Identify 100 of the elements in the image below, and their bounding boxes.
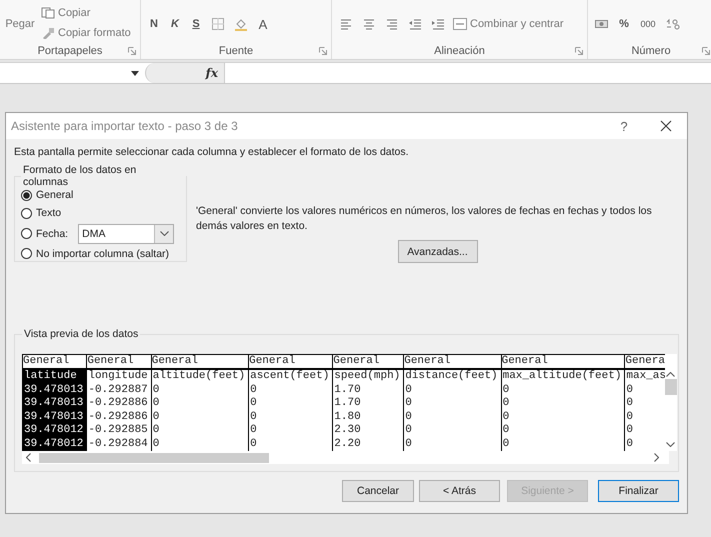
table-cell-text: max_altitude(feet)	[502, 370, 622, 384]
radio-button[interactable]	[21, 228, 32, 240]
column-data[interactable]: max_altitude(feet) 0 0 0 0 0	[502, 370, 624, 451]
window-title: Asistente para importar texto - paso 3 de 3	[11, 119, 239, 133]
table-cell-text: latitude	[23, 370, 78, 384]
radio-button[interactable]	[21, 248, 32, 260]
percent-button[interactable]: %	[615, 17, 633, 31]
table-cell-text: 39.478013	[23, 410, 84, 424]
table-cell-text: 39.478013	[23, 397, 84, 410]
table-cell-text: 2.20	[333, 438, 362, 451]
table-cell-text: 0	[404, 397, 413, 410]
merge-cells-icon	[453, 18, 467, 30]
banknote-icon	[595, 18, 609, 30]
bold-button[interactable]: N	[145, 17, 163, 31]
table-cell-text: 0	[404, 438, 413, 451]
table-cell-text: 0	[625, 397, 634, 410]
dialog-button[interactable]: < Atrás	[419, 480, 500, 502]
font-color-button[interactable]: A	[254, 16, 272, 32]
vertical-scrollbar[interactable]	[664, 354, 677, 451]
table-cell-text: 39.478012	[23, 424, 84, 438]
paste-button[interactable]: Pegar	[4, 2, 36, 38]
table-cell-text: 1.70	[333, 384, 362, 397]
underline-button[interactable]: S	[187, 17, 205, 31]
description-text: 'General' convierte los valores numéricos en números, los valores de fechas en fechas y todos los demás valores en texto.	[196, 204, 653, 234]
chevron-up-icon	[666, 372, 676, 377]
table-cell-text: 0	[404, 424, 413, 438]
chevron-down-icon	[160, 231, 169, 236]
radio-button[interactable]	[21, 208, 32, 219]
radio-label: Fecha:	[36, 228, 68, 240]
table-cell-text: 0	[404, 384, 413, 397]
table-cell-text: 0	[152, 438, 160, 451]
table-cell-text: 2.30	[333, 424, 362, 438]
decimal-icon	[666, 18, 680, 30]
column-format-header[interactable]: General	[404, 355, 501, 370]
scroll-thumb[interactable]	[39, 452, 269, 462]
table-cell-text: -0.292886	[87, 397, 149, 410]
column-format-header[interactable]: General	[333, 355, 404, 370]
table-cell-text: 0	[625, 410, 634, 424]
table-cell-text: 0	[152, 384, 160, 397]
column-format-header[interactable]: General	[502, 355, 624, 370]
align-right-icon	[386, 18, 398, 30]
column-format-header[interactable]: General	[249, 355, 332, 370]
table-cell-text: distance(feet)	[404, 370, 499, 384]
radio-option[interactable]: General	[21, 189, 74, 202]
date-format-dropdown[interactable]: DMA	[78, 224, 174, 244]
dialog-button[interactable]: Cancelar	[342, 480, 414, 502]
group-label: Fuente	[218, 44, 254, 56]
advanced-button[interactable]: Avanzadas...	[398, 240, 478, 263]
column-format-header[interactable]: General	[87, 355, 151, 370]
column-data[interactable]: ascent(feet) 0 0 0 0 0	[249, 370, 332, 451]
grid-icon	[212, 18, 224, 30]
group-label: Portapapeles	[38, 44, 102, 56]
column-data[interactable]: distance(feet) 0 0 0 0 0	[404, 370, 501, 451]
table-cell-text: 0	[625, 384, 634, 397]
copy-button[interactable]: Copiar	[39, 6, 133, 20]
table-cell-text: 0	[152, 397, 160, 410]
table-cell-text: 0	[502, 410, 510, 424]
chevron-left-icon	[26, 453, 31, 462]
italic-button[interactable]: K	[166, 17, 184, 31]
column-data[interactable]: altitude(feet) 0 0 0 0 0	[152, 370, 248, 451]
chevron-down-icon	[666, 442, 676, 447]
table-cell-text: -0.292886	[87, 410, 149, 424]
table-cell-text: 0	[249, 384, 258, 397]
radio-option[interactable]: Fecha:	[21, 228, 68, 240]
table-cell: max_as	[625, 370, 665, 384]
align-left-icon	[340, 18, 352, 30]
table-cell-text: 0	[502, 397, 510, 410]
column-data[interactable]: latitude 39.478013 39.478013 39.478013 39.478012 39.478012	[23, 370, 86, 451]
table-cell-text: 0	[502, 438, 510, 451]
table-cell-text: -0.292884	[87, 438, 149, 451]
merge-center-button[interactable]: Combinar y centrar	[451, 17, 566, 31]
outdent-icon	[409, 18, 421, 30]
table-cell-text: 0	[502, 424, 510, 438]
radio-option[interactable]: Texto	[21, 207, 62, 220]
table-cell-text: 0	[404, 410, 413, 424]
help-button[interactable]: ?	[603, 113, 645, 139]
align-center-icon	[363, 18, 375, 30]
scroll-thumb[interactable]	[664, 379, 677, 395]
radio-label: General	[36, 189, 74, 202]
chevron-right-icon	[654, 453, 659, 462]
table-cell-text: 39.478012	[23, 438, 84, 451]
thousands-button[interactable]: 000	[636, 18, 660, 30]
radio-button[interactable]	[21, 190, 32, 201]
dialog-button[interactable]: Finalizar	[598, 480, 679, 502]
table-cell-text: 39.478013	[23, 384, 84, 397]
table-cell-text: 0	[249, 424, 258, 438]
table-cell-text: altitude(feet)	[152, 370, 246, 384]
column-data[interactable]: speed(mph) 1.70 1.70 1.80 2.30 2.20	[333, 370, 404, 451]
dropdown-value: DMA	[81, 228, 106, 240]
table-cell-text: 0	[152, 410, 160, 424]
insert-function-button[interactable]: fx	[206, 66, 218, 80]
group-label: Vista previa de los datos	[23, 328, 140, 340]
table-cell-text: longitude	[87, 370, 149, 384]
column-format-header[interactable]: General	[152, 355, 248, 370]
dropdown-arrow-icon	[131, 70, 139, 76]
format-painter-button[interactable]: Copiar formato	[39, 26, 133, 40]
table-cell-text: -0.292885	[87, 424, 149, 438]
group-label: Número	[631, 44, 671, 56]
column-data[interactable]: longitude -0.292887 -0.292886 -0.292886 -0.292885 -0.292884	[87, 370, 151, 451]
column-data[interactable]: max_as 0 0 0 0 0	[625, 370, 665, 451]
